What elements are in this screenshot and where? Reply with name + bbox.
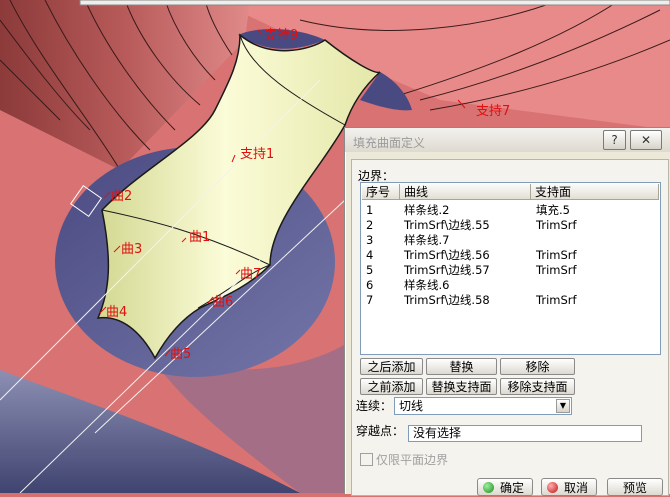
table-row[interactable]: 3 样条线.7 bbox=[361, 233, 660, 248]
cell-support: TrimSrf bbox=[536, 218, 577, 232]
cell-index: 6 bbox=[366, 278, 374, 292]
dialog-title: 填充曲面定义 bbox=[353, 136, 426, 150]
replace-support-button[interactable]: 替换支持面 bbox=[426, 378, 497, 395]
chevron-down-icon[interactable]: ▼ bbox=[556, 399, 570, 413]
cell-curve: TrimSrf\边线.55 bbox=[404, 218, 490, 232]
table-row[interactable]: 2 TrimSrf\边线.55 TrimSrf bbox=[361, 218, 660, 233]
top-strip bbox=[79, 0, 670, 6]
cell-index: 3 bbox=[366, 233, 374, 247]
continuity-select[interactable]: 切线 ▼ bbox=[394, 397, 572, 415]
label-support-1: 支持1 bbox=[240, 147, 275, 162]
label-curve-3: 曲3 bbox=[121, 242, 143, 257]
cell-index: 5 bbox=[366, 263, 374, 277]
help-button[interactable]: ? bbox=[603, 130, 626, 150]
ok-label: 确定 bbox=[500, 481, 525, 495]
label-curve-1: 曲1 bbox=[189, 230, 211, 245]
remove-support-button[interactable]: 移除支持面 bbox=[500, 378, 575, 395]
cell-index: 7 bbox=[366, 293, 374, 307]
label-curve-2: 曲2 bbox=[111, 189, 133, 204]
label-curve-4: 曲4 bbox=[106, 305, 128, 320]
dialog-body: 边界： 序号 曲线 支持面 1 样条线.2 填充.5 2 TrimSrf\边线.… bbox=[351, 159, 669, 496]
cell-support: 填充.5 bbox=[536, 203, 570, 217]
add-after-button[interactable]: 之后添加 bbox=[360, 358, 423, 375]
table-row[interactable]: 5 TrimSrf\边线.57 TrimSrf bbox=[361, 263, 660, 278]
continuity-value: 切线 bbox=[399, 399, 424, 413]
cell-index: 1 bbox=[366, 203, 374, 217]
cell-index: 4 bbox=[366, 248, 374, 262]
close-button[interactable]: ✕ bbox=[630, 130, 662, 150]
label-curve-6: 曲6 bbox=[212, 295, 234, 310]
label-curve-7: 曲7 bbox=[240, 267, 262, 282]
cell-curve: 样条线.7 bbox=[404, 233, 450, 247]
cell-index: 2 bbox=[366, 218, 374, 232]
boundary-table[interactable]: 序号 曲线 支持面 1 样条线.2 填充.5 2 TrimSrf\边线.55 T… bbox=[360, 182, 661, 355]
table-row[interactable]: 6 样条线.6 bbox=[361, 278, 660, 293]
cell-curve: 样条线.6 bbox=[404, 278, 450, 292]
label-curve-5: 曲5 bbox=[170, 347, 192, 362]
cell-support: TrimSrf bbox=[536, 293, 577, 307]
planar-boundary-label: 仅限平面边界 bbox=[376, 453, 449, 467]
label-support-7: 支持7 bbox=[476, 104, 511, 119]
table-row[interactable]: 4 TrimSrf\边线.56 TrimSrf bbox=[361, 248, 660, 263]
col-header-curve[interactable]: 曲线 bbox=[400, 184, 531, 200]
cell-curve: 样条线.2 bbox=[404, 203, 450, 217]
pass-point-field[interactable]: 没有选择 bbox=[408, 425, 642, 442]
cancel-button[interactable]: 取消 bbox=[541, 478, 597, 496]
add-before-button[interactable]: 之前添加 bbox=[360, 378, 423, 395]
cell-curve: TrimSrf\边线.57 bbox=[404, 263, 490, 277]
fill-surface-dialog: 填充曲面定义 ? ✕ 边界： 序号 曲线 支持面 1 样条线.2 填充.5 2 … bbox=[344, 127, 670, 496]
ok-icon bbox=[483, 482, 494, 493]
cell-curve: TrimSrf\边线.56 bbox=[404, 248, 490, 262]
dialog-titlebar[interactable]: 填充曲面定义 ? ✕ bbox=[345, 128, 670, 152]
cell-curve: TrimSrf\边线.58 bbox=[404, 293, 490, 307]
col-header-index[interactable]: 序号 bbox=[362, 184, 400, 200]
table-row[interactable]: 1 样条线.2 填充.5 bbox=[361, 203, 660, 218]
cell-support: TrimSrf bbox=[536, 248, 577, 262]
replace-button[interactable]: 替换 bbox=[426, 358, 497, 375]
continuity-label: 连续： bbox=[356, 399, 393, 413]
cancel-icon bbox=[547, 482, 558, 493]
pass-point-label: 穿越点： bbox=[356, 424, 405, 438]
ok-button[interactable]: 确定 bbox=[477, 478, 533, 496]
table-row[interactable]: 7 TrimSrf\边线.58 TrimSrf bbox=[361, 293, 660, 308]
preview-button[interactable]: 预览 bbox=[607, 478, 663, 496]
label-support-9: 支持9 bbox=[264, 28, 299, 43]
col-header-support[interactable]: 支持面 bbox=[531, 184, 659, 200]
cancel-label: 取消 bbox=[564, 481, 589, 495]
remove-button[interactable]: 移除 bbox=[500, 358, 575, 375]
cell-support: TrimSrf bbox=[536, 263, 577, 277]
planar-boundary-checkbox[interactable] bbox=[360, 453, 373, 466]
